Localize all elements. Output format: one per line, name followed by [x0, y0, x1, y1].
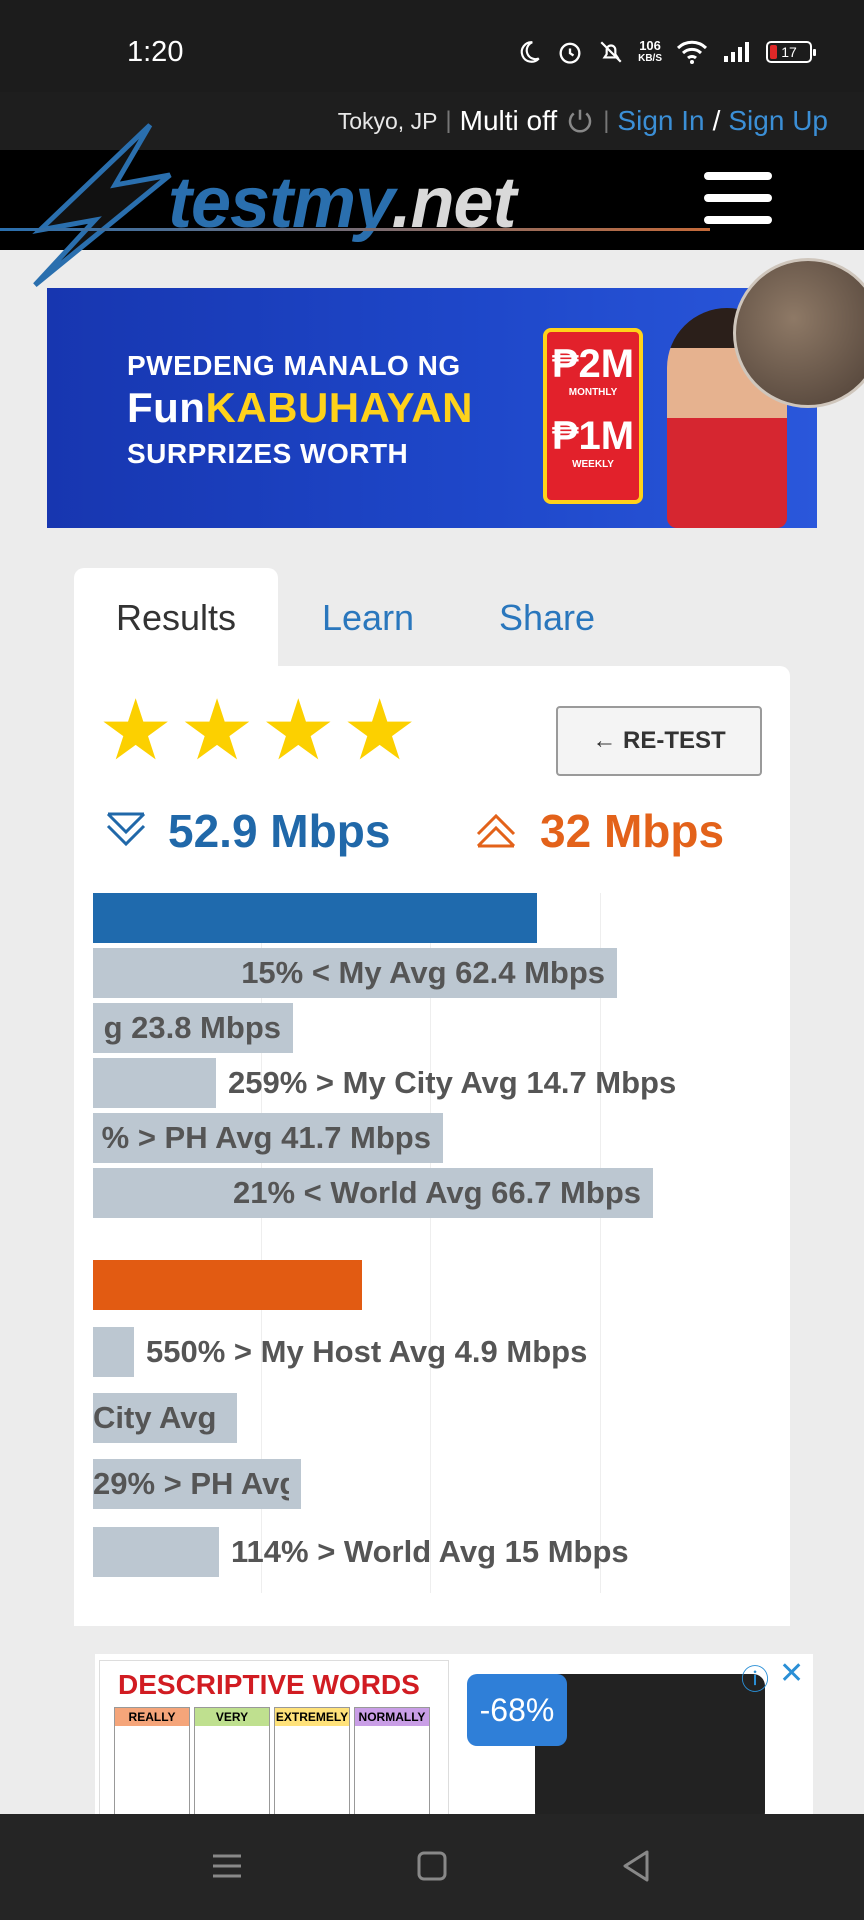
ad-column: NORMALLY	[354, 1707, 430, 1814]
ad-columns: REALLY VERY EXTREMELY NORMALLY	[114, 1707, 430, 1814]
comparison-label: 259% > My City Avg 14.7 Mbps	[228, 1065, 677, 1100]
comparison-bar	[93, 1527, 219, 1577]
ad-discount-badge: -68%	[467, 1674, 567, 1746]
upload-bar	[93, 1260, 362, 1310]
network-speed-unit: KB/S	[638, 53, 662, 64]
comparison-label: City Avg 17.1 Mbps	[93, 1400, 225, 1435]
ad-column-header: VERY	[195, 1708, 269, 1726]
location-label: Tokyo, JP	[337, 107, 438, 134]
moon-icon	[520, 41, 540, 63]
ad-close-icon[interactable]: ✕	[779, 1656, 804, 1691]
system-nav-bar	[0, 1814, 864, 1920]
ad-column: VERY	[194, 1707, 270, 1814]
network-speed-value: 106	[639, 38, 661, 53]
wifi-icon	[676, 40, 708, 64]
sign-up-link[interactable]: Sign Up	[728, 105, 828, 137]
site-logo[interactable]: testmy.net	[168, 162, 516, 244]
signal-icon	[724, 42, 749, 62]
network-speed: 106 KB/S	[638, 39, 662, 65]
separator: |	[445, 107, 452, 134]
download-speed: 52.9 Mbps	[168, 805, 391, 857]
comparison-label: % > PH Avg 41.7 Mbps	[101, 1120, 431, 1155]
upload-speed: 32 Mbps	[540, 805, 725, 857]
prize-1-label: MONTHLY	[568, 387, 618, 398]
prize-box: ₱2M MONTHLY ₱1M WEEKLY	[543, 328, 643, 504]
hamburger-menu-button[interactable]	[704, 172, 774, 224]
comparison-bar	[93, 1058, 216, 1108]
ad-descriptive-words-panel: DESCRIPTIVE WORDS REALLY VERY EXTREMELY NOR…	[99, 1660, 449, 1814]
banner-line-2b: KABUHAYAN	[205, 384, 473, 431]
banner-line-2: FunKABUHAYAN	[127, 384, 473, 432]
star-icon: ★	[341, 683, 418, 777]
retest-button[interactable]: ← RE-TEST	[556, 706, 762, 776]
comparison-label: 21% < World Avg 66.7 Mbps	[233, 1175, 641, 1210]
prize-1-amount: ₱2M	[551, 342, 635, 386]
mute-bell-icon	[600, 41, 622, 63]
banner-ad[interactable]: PWEDENG MANALO NG FunKABUHAYAN SURPRIZES…	[47, 288, 817, 528]
star-icon: ★	[260, 683, 336, 777]
rating-stars: ★ ★ ★ ★	[98, 688, 417, 772]
download-arrow-icon	[106, 812, 146, 847]
chart-gridline	[600, 893, 601, 1593]
comparison-bar	[93, 1327, 134, 1377]
ad-column-header: EXTREMELY	[275, 1708, 349, 1726]
ad-column: EXTREMELY	[274, 1707, 350, 1814]
comparison-label: g 23.8 Mbps	[103, 1010, 281, 1045]
ad-column-header: NORMALLY	[355, 1708, 429, 1726]
ad-product-image	[535, 1674, 765, 1814]
results-card: ★ ★ ★ ★ ← RE-TEST 52.9 Mbps 32 Mbps 15% < M…	[74, 666, 790, 1626]
comparison-label: 114% > World Avg 15 Mbps	[231, 1534, 629, 1569]
status-icons: 106 KB/S 17	[516, 38, 816, 66]
ad-info-icon[interactable]: ⓘ	[741, 1658, 769, 1698]
speed-comparison-chart: 15% < My Avg 62.4 Mbps g 23.8 Mbps 259% > …	[93, 893, 773, 1593]
banner-line-1: PWEDENG MANALO NG	[127, 350, 461, 381]
back-icon[interactable]	[615, 1844, 659, 1888]
status-bar: 1:20 106 KB/S 17	[0, 0, 864, 92]
tab-learn[interactable]: Learn	[322, 568, 414, 668]
tab-results[interactable]: Results	[74, 568, 278, 668]
status-time: 1:20	[127, 36, 184, 68]
comparison-label: 15% < My Avg 62.4 Mbps	[241, 955, 605, 990]
comparison-label: 550% > My Host Avg 4.9 Mbps	[146, 1334, 588, 1369]
logo-ext-text: .net	[391, 163, 516, 243]
chart-gridline	[430, 893, 431, 1593]
prize-2-label: WEEKLY	[572, 459, 614, 470]
recent-apps-icon[interactable]	[205, 1844, 249, 1888]
site-header: testmy.net	[0, 123, 864, 287]
ad-column: REALLY	[114, 1707, 190, 1814]
logo-underline	[0, 228, 710, 231]
logo-main-text: testmy	[168, 163, 392, 243]
upload-arrow-icon	[476, 813, 516, 848]
banner-line-2a: Fun	[127, 384, 206, 431]
alarm-icon	[559, 42, 581, 64]
ad-title: DESCRIPTIVE WORDS	[118, 1669, 420, 1700]
separator: |	[603, 107, 610, 134]
slash-separator: /	[712, 105, 721, 136]
download-bar	[93, 893, 537, 943]
bottom-ad[interactable]: DESCRIPTIVE WORDS REALLY VERY EXTREMELY NOR…	[95, 1654, 813, 1814]
ad-column-header: REALLY	[115, 1708, 189, 1726]
home-icon[interactable]	[410, 1844, 454, 1888]
battery-icon: 17	[766, 41, 816, 63]
sign-in-link[interactable]: Sign In	[617, 105, 704, 137]
prize-2-amount: ₱1M	[551, 414, 635, 458]
banner-line-3: SURPRIZES WORTH	[127, 438, 409, 469]
multi-thread-toggle[interactable]: Multi off	[460, 105, 558, 137]
tab-share[interactable]: Share	[499, 568, 595, 668]
star-icon: ★	[179, 683, 255, 777]
power-icon[interactable]	[565, 106, 595, 136]
star-icon: ★	[98, 683, 174, 777]
comparison-label: 29% > PH Avg 24.8 Mbps	[93, 1466, 289, 1501]
